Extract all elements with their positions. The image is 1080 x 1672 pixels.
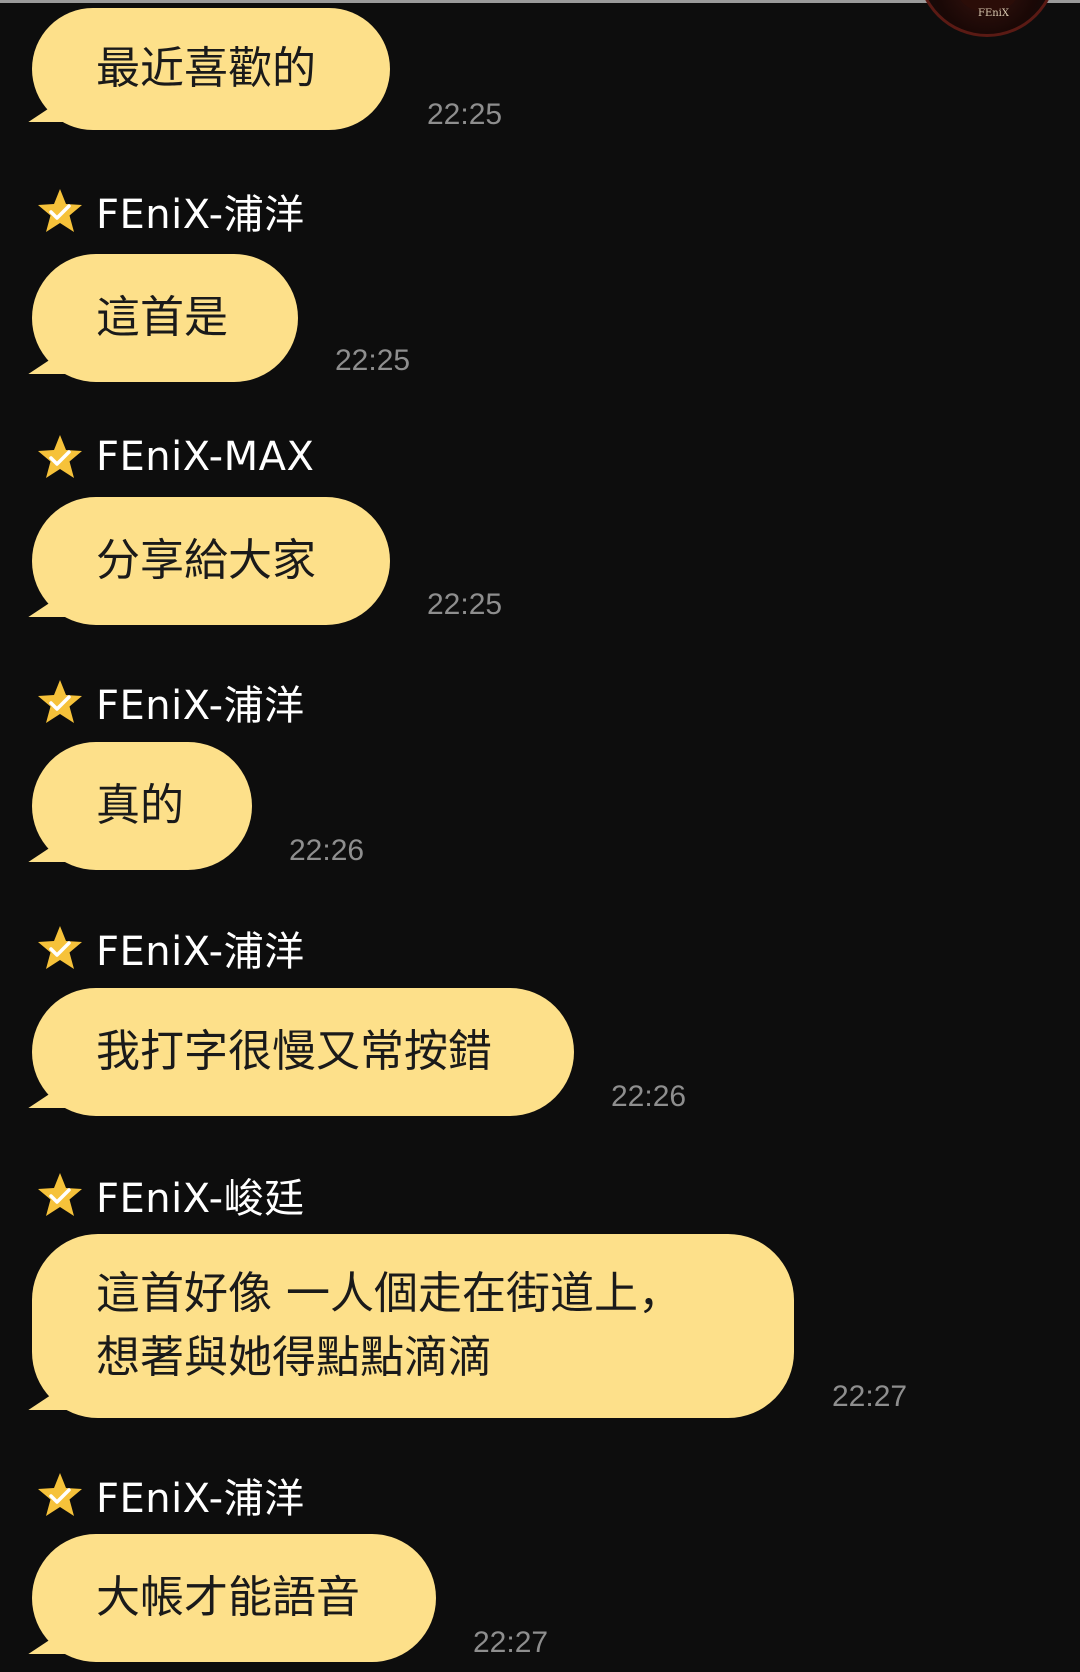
- message-text: 我打字很慢又常按錯: [96, 1026, 492, 1077]
- message-bubble[interactable]: 我打字很慢又常按錯: [32, 988, 574, 1116]
- message-bubble[interactable]: 大帳才能語音: [32, 1534, 436, 1662]
- top-divider: [0, 0, 1080, 3]
- star-check-icon: [38, 1173, 82, 1216]
- message-bubble[interactable]: 這首是: [32, 254, 298, 382]
- message-bubble[interactable]: 真的: [32, 742, 252, 870]
- sender-label: FEniX-浦洋: [36, 923, 305, 975]
- sender-label: FEniX-浦洋: [36, 1470, 305, 1522]
- message-text: 真的: [96, 780, 184, 831]
- message-text: 這首是: [96, 292, 228, 343]
- sender-name[interactable]: FEniX-MAX: [96, 434, 314, 480]
- message-time: 22:26: [289, 834, 365, 867]
- sender-name[interactable]: FEniX-浦洋: [96, 673, 305, 731]
- star-check-icon: [38, 435, 82, 478]
- sender-label: FEniX-浦洋: [36, 186, 305, 238]
- sender-name[interactable]: FEniX-峻廷: [96, 1166, 305, 1224]
- message-text: 大帳才能語音: [96, 1572, 360, 1623]
- message-text: 分享給大家: [96, 535, 316, 586]
- sender-name[interactable]: FEniX-浦洋: [96, 182, 305, 240]
- star-check-icon: [38, 680, 82, 723]
- sender-label: FEniX-浦洋: [36, 677, 305, 729]
- sender-label: FEniX-MAX: [36, 432, 314, 482]
- message-text: 最近喜歡的: [96, 43, 316, 94]
- message-time: 22:26: [611, 1080, 687, 1113]
- message-time: 22:25: [427, 588, 503, 621]
- message-bubble[interactable]: 分享給大家: [32, 497, 390, 625]
- star-check-icon: [38, 926, 82, 969]
- sender-label: FEniX-峻廷: [36, 1170, 305, 1222]
- message-time: 22:25: [335, 344, 411, 377]
- star-check-icon: [38, 189, 82, 232]
- avatar-mark: FEniX: [978, 8, 1009, 19]
- message-time: 22:25: [427, 98, 503, 131]
- message-text: 這首好像 一人個走在街道上， 想著與她得點點滴滴: [96, 1268, 682, 1383]
- group-avatar[interactable]: FEniX: [917, 0, 1057, 37]
- sender-name[interactable]: FEniX-浦洋: [96, 1466, 305, 1524]
- sender-name[interactable]: FEniX-浦洋: [96, 919, 305, 977]
- star-check-icon: [38, 1473, 82, 1516]
- message-bubble[interactable]: 最近喜歡的: [32, 8, 390, 130]
- message-time: 22:27: [832, 1380, 908, 1413]
- message-time: 22:27: [473, 1626, 549, 1659]
- message-bubble[interactable]: 這首好像 一人個走在街道上， 想著與她得點點滴滴: [32, 1234, 794, 1418]
